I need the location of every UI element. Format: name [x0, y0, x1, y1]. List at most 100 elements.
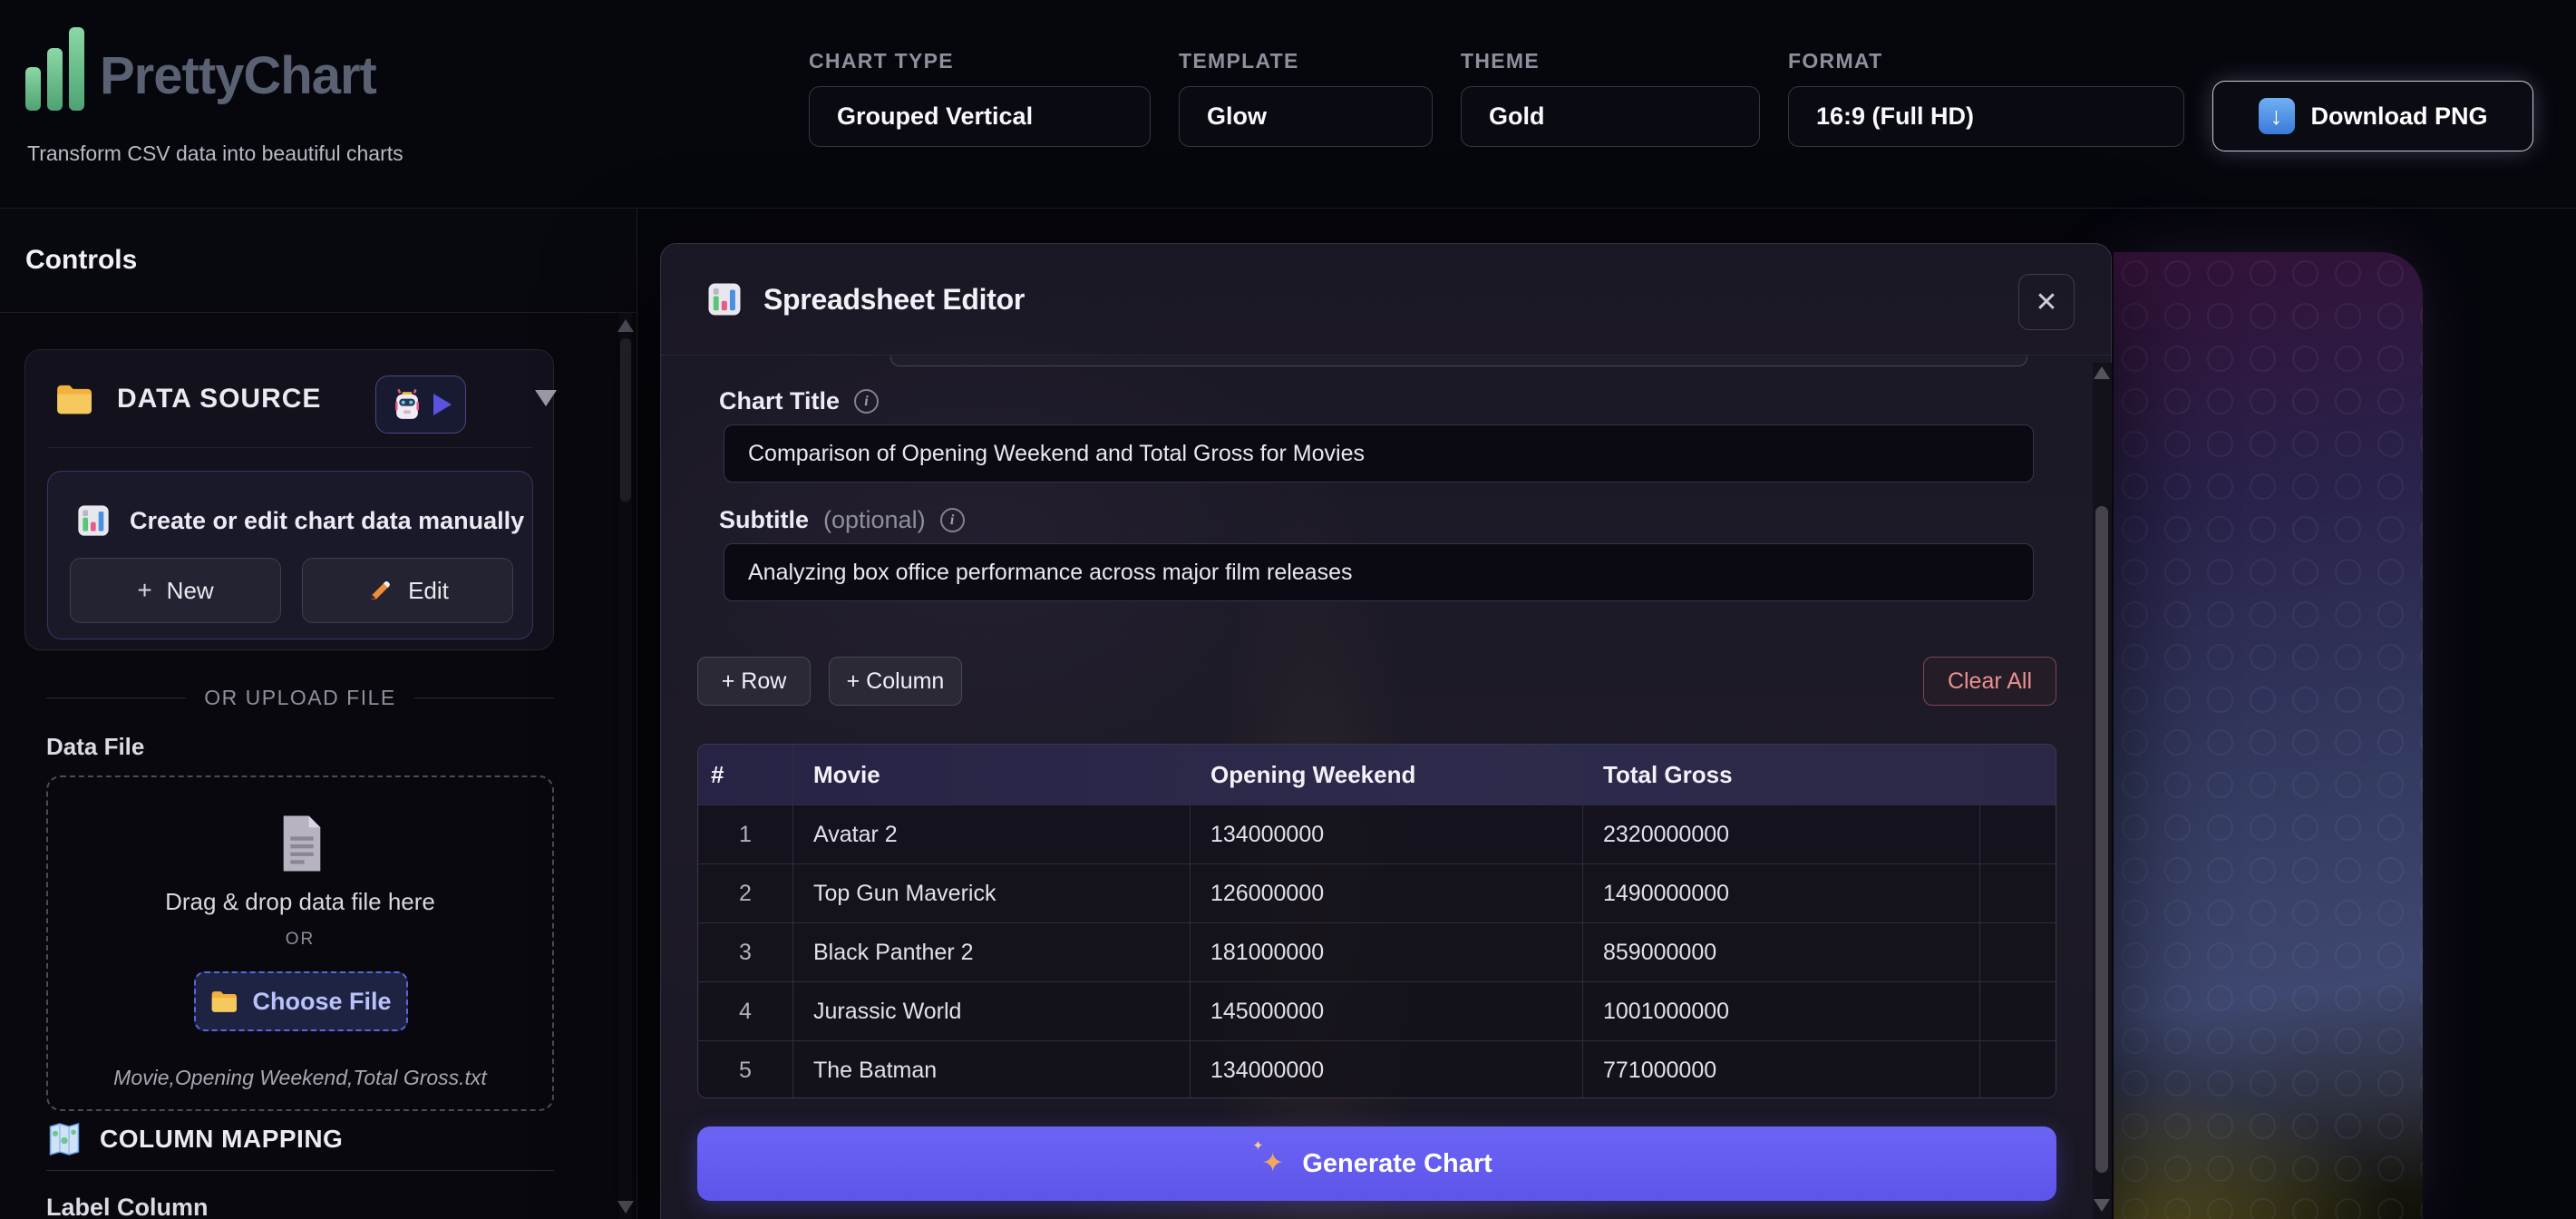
- row-number: 2: [698, 864, 792, 922]
- download-png-button[interactable]: ↓ Download PNG: [2212, 81, 2533, 151]
- chart-type-value: Grouped Vertical: [837, 102, 1033, 131]
- cell-opening[interactable]: 134000000: [1190, 1041, 1582, 1098]
- cell-total[interactable]: 1490000000: [1582, 864, 1979, 922]
- play-icon: [433, 394, 452, 415]
- manual-data-card: Create or edit chart data manually + New…: [47, 471, 533, 639]
- scroll-down-icon[interactable]: [617, 1201, 634, 1214]
- chart-title-input[interactable]: [724, 424, 2034, 483]
- toolbar: CHART TYPE Grouped Vertical TEMPLATE Glo…: [809, 49, 2533, 151]
- file-dropzone[interactable]: Drag & drop data file here OR Choose Fil…: [46, 775, 554, 1111]
- chevron-down-icon[interactable]: [535, 390, 557, 406]
- cell-extra[interactable]: [1979, 864, 2056, 922]
- row-number: 4: [698, 982, 792, 1040]
- sidebar-scrollbar-thumb[interactable]: [620, 338, 631, 502]
- table-actions: + Row + Column Clear All: [697, 657, 2075, 706]
- chart-preview-panel: [2114, 252, 2423, 1219]
- edit-data-button[interactable]: Edit: [302, 558, 513, 623]
- cell-extra[interactable]: [1979, 1041, 2056, 1098]
- cell-opening[interactable]: 145000000: [1190, 982, 1582, 1040]
- cell-movie[interactable]: The Batman: [792, 1041, 1190, 1098]
- controls-title: Controls: [25, 245, 137, 276]
- column-header: #: [698, 745, 792, 805]
- scroll-up-icon[interactable]: [2094, 366, 2110, 379]
- template-value: Glow: [1207, 102, 1267, 131]
- theme-group: THEME Gold: [1461, 49, 1760, 147]
- template-label: TEMPLATE: [1179, 49, 1433, 73]
- cell-movie[interactable]: Avatar 2: [792, 805, 1190, 863]
- dot-pattern: [2114, 252, 2423, 1219]
- or-text: OR: [48, 930, 552, 950]
- cell-movie[interactable]: Top Gun Maverick: [792, 864, 1190, 922]
- data-source-header[interactable]: DATA SOURCE: [25, 350, 553, 447]
- data-source-panel: DATA SOURCE Create or edit chart data ma…: [24, 349, 554, 650]
- table-row: 4 Jurassic World 145000000 1001000000: [698, 981, 2056, 1040]
- divider: [46, 1170, 554, 1171]
- or-upload-divider: OR UPLOAD FILE: [46, 686, 554, 710]
- cell-total[interactable]: 771000000: [1582, 1041, 1979, 1098]
- cell-movie[interactable]: Jurassic World: [792, 982, 1190, 1040]
- cell-opening[interactable]: 181000000: [1190, 923, 1582, 981]
- cell-extra[interactable]: [1979, 923, 2056, 981]
- document-icon: [278, 814, 326, 873]
- add-column-button[interactable]: + Column: [829, 657, 962, 706]
- column-header: Opening Weekend: [1190, 745, 1582, 805]
- cell-opening[interactable]: 126000000: [1190, 864, 1582, 922]
- pencil-icon: [366, 577, 394, 604]
- chart-type-select[interactable]: Grouped Vertical: [809, 86, 1151, 147]
- column-mapping-header: COLUMN MAPPING: [49, 1122, 343, 1156]
- table-row: 2 Top Gun Maverick 126000000 1490000000: [698, 863, 2056, 922]
- uploaded-filename: Movie,Opening Weekend,Total Gross.txt: [48, 1066, 552, 1090]
- scroll-up-icon[interactable]: [617, 319, 634, 332]
- add-row-button[interactable]: + Row: [697, 657, 811, 706]
- chart-title-label: Chart Title i: [719, 387, 879, 415]
- template-select[interactable]: Glow: [1179, 86, 1433, 147]
- top-header: PrettyChart Transform CSV data into beau…: [0, 0, 2576, 209]
- column-mapping-title: COLUMN MAPPING: [100, 1125, 343, 1154]
- cell-movie[interactable]: Black Panther 2: [792, 923, 1190, 981]
- chart-type-label: CHART TYPE: [809, 49, 1151, 73]
- subtitle-input[interactable]: [724, 543, 2034, 601]
- table-row: 3 Black Panther 2 181000000 859000000: [698, 922, 2056, 981]
- app-logo-icon: [25, 27, 83, 111]
- new-button-label: New: [167, 577, 214, 605]
- theme-select[interactable]: Gold: [1461, 86, 1760, 147]
- map-icon: [49, 1122, 80, 1156]
- cell-extra[interactable]: [1979, 805, 2056, 863]
- close-icon[interactable]: ✕: [2018, 274, 2075, 330]
- folder-icon: [55, 383, 95, 415]
- column-header: Movie: [792, 745, 1190, 805]
- info-icon: i: [854, 389, 879, 414]
- format-group: FORMAT 16:9 (Full HD): [1788, 49, 2184, 147]
- new-data-button[interactable]: + New: [70, 558, 281, 623]
- cell-total[interactable]: 1001000000: [1582, 982, 1979, 1040]
- cell-total[interactable]: 2320000000: [1582, 805, 1979, 863]
- edit-button-label: Edit: [408, 577, 449, 605]
- bar-chart-icon: [705, 280, 744, 318]
- template-group: TEMPLATE Glow: [1179, 49, 1433, 147]
- cell-extra[interactable]: [1979, 982, 2056, 1040]
- modal-scrollbar-thumb[interactable]: [2095, 506, 2108, 1173]
- row-number: 3: [698, 923, 792, 981]
- label-column-label: Label Column: [46, 1194, 209, 1219]
- spreadsheet-editor-modal: Spreadsheet Editor ✕ Chart Title i Subti…: [660, 243, 2112, 1219]
- drag-drop-text: Drag & drop data file here: [48, 888, 552, 916]
- app-tagline: Transform CSV data into beautiful charts: [27, 141, 403, 166]
- choose-file-button[interactable]: Choose File: [194, 971, 408, 1031]
- ai-assistant-button[interactable]: [375, 375, 466, 434]
- cell-opening[interactable]: 134000000: [1190, 805, 1582, 863]
- data-source-title: DATA SOURCE: [117, 384, 321, 414]
- clear-all-button[interactable]: Clear All: [1923, 657, 2056, 706]
- generate-chart-button[interactable]: ✦✦ Generate Chart: [697, 1126, 2056, 1201]
- table-row: 5 The Batman 134000000 771000000: [698, 1040, 2056, 1098]
- folder-icon: [210, 990, 239, 1013]
- row-number: 5: [698, 1041, 792, 1098]
- modal-header: Spreadsheet Editor ✕: [661, 244, 2111, 356]
- info-icon: i: [940, 508, 965, 532]
- table-header-row: # Movie Opening Weekend Total Gross: [698, 745, 2056, 805]
- cell-total[interactable]: 859000000: [1582, 923, 1979, 981]
- choose-file-label: Choose File: [252, 988, 391, 1016]
- scroll-down-icon[interactable]: [2094, 1199, 2110, 1212]
- format-select[interactable]: 16:9 (Full HD): [1788, 86, 2184, 147]
- chart-type-group: CHART TYPE Grouped Vertical: [809, 49, 1151, 147]
- app-title: PrettyChart: [100, 45, 376, 106]
